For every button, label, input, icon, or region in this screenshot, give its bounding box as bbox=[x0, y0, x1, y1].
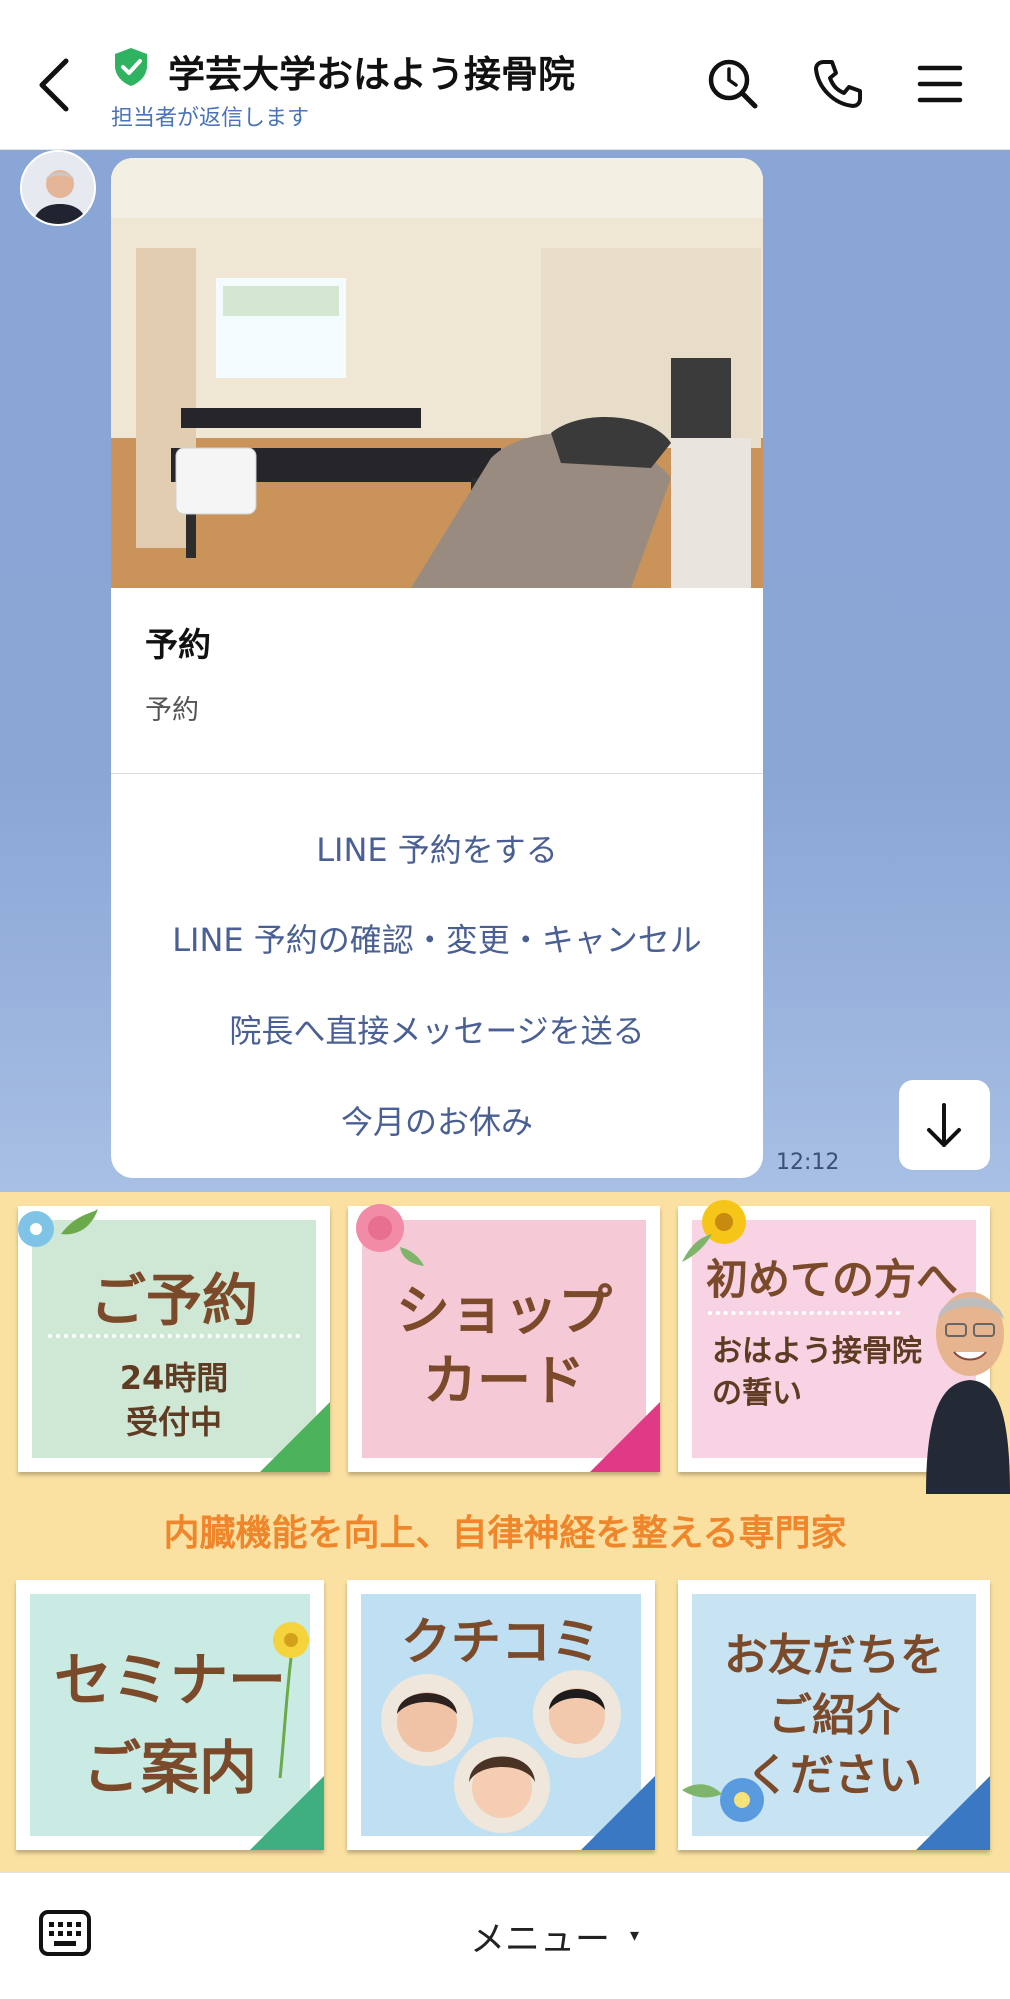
rich-menu-reservation[interactable]: ご予約 24時間 受付中 bbox=[18, 1206, 330, 1472]
card-description: 予約 bbox=[145, 695, 199, 726]
verified-shield-icon bbox=[115, 48, 147, 86]
search-icon[interactable] bbox=[705, 56, 761, 112]
dotted-divider bbox=[708, 1311, 900, 1315]
rich-menu-refer-friends[interactable]: お友だちを ご紹介 ください bbox=[678, 1580, 990, 1850]
arrow-down-icon bbox=[927, 1103, 961, 1147]
card-divider bbox=[111, 773, 763, 774]
back-icon[interactable] bbox=[30, 55, 80, 115]
chevron-down-icon[interactable]: ▾ bbox=[630, 1925, 639, 1946]
rich-menu-shop-card[interactable]: ショップ カード bbox=[348, 1204, 660, 1472]
reservation-card: 予約 予約 LINE 予約をする LINE 予約の確認・変更・キャンセル 院長へ… bbox=[111, 158, 763, 1178]
doctor-portrait bbox=[926, 1292, 1010, 1494]
tile-title: ご予約 bbox=[90, 1269, 258, 1334]
bottom-bar: メニュー ▾ bbox=[0, 1872, 1010, 1999]
menu-icon[interactable] bbox=[912, 56, 968, 112]
chat-header: 学芸大学おはよう接骨院 担当者が返信します bbox=[0, 0, 1010, 150]
chat-area[interactable]: 予約 予約 LINE 予約をする LINE 予約の確認・変更・キャンセル 院長へ… bbox=[0, 150, 1010, 1192]
flower-icon bbox=[682, 1778, 764, 1822]
line-reserve-button[interactable]: LINE 予約をする bbox=[111, 825, 763, 871]
message-timestamp: 12:12 bbox=[776, 1150, 840, 1175]
sender-avatar[interactable] bbox=[20, 150, 96, 226]
dotted-divider bbox=[48, 1334, 300, 1338]
monthly-holidays-button[interactable]: 今月のお休み bbox=[111, 1097, 763, 1143]
flower-icon bbox=[18, 1209, 98, 1247]
rich-menu: ご予約 24時間 受付中 ショップ カード 初めての方へ おはよう接骨院 の誓い bbox=[0, 1192, 1010, 1872]
card-title: 予約 bbox=[145, 625, 211, 664]
rich-menu-seminar[interactable]: セミナー ご案内 bbox=[16, 1580, 324, 1850]
menu-toggle-label[interactable]: メニュー bbox=[470, 1911, 610, 1962]
phone-icon[interactable] bbox=[810, 56, 866, 112]
rich-menu-reviews[interactable]: クチコミ bbox=[347, 1580, 655, 1850]
tile-title: クチコミ bbox=[401, 1613, 601, 1671]
message-director-button[interactable]: 院長へ直接メッセージを送る bbox=[111, 1006, 763, 1052]
rich-menu-tagline: 内臓機能を向上、自律神経を整える専門家 bbox=[163, 1513, 847, 1554]
chat-title[interactable]: 学芸大学おはよう接骨院 bbox=[168, 44, 575, 98]
scroll-to-bottom-button[interactable] bbox=[899, 1080, 990, 1170]
sunflower-icon bbox=[682, 1200, 746, 1262]
flower-icon bbox=[273, 1622, 309, 1779]
reservation-change-button[interactable]: LINE 予約の確認・変更・キャンセル bbox=[111, 915, 763, 961]
tile-subtitle: 24時間 受付中 bbox=[119, 1359, 229, 1441]
chat-subtitle: 担当者が返信します bbox=[111, 106, 310, 131]
clinic-photo bbox=[111, 158, 763, 588]
tile-title: ショップ カード bbox=[396, 1279, 612, 1412]
keyboard-icon[interactable] bbox=[38, 1909, 92, 1957]
rose-icon bbox=[356, 1204, 424, 1266]
customer-photos bbox=[381, 1670, 621, 1833]
